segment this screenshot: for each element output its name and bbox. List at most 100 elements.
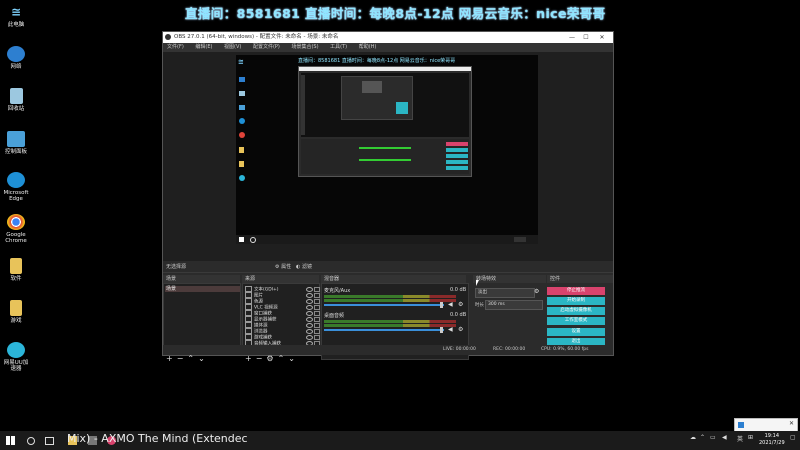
gear-icon[interactable]: ⚙ (534, 289, 540, 295)
input-language[interactable]: 英 (737, 434, 743, 443)
stop-streaming-button[interactable]: 停止推流 (547, 287, 605, 295)
cpu-status: CPU: 0.9%, 60.00 fps (541, 347, 589, 352)
scenes-toolbar: + − ⌃ ⌄ (166, 354, 209, 364)
move-up-icon[interactable]: ⌃ (278, 354, 285, 363)
preview-banner: 直播间：8581681 直播时间：每晚8点-12点 网易云音乐：nice荣哥哥 (298, 58, 456, 64)
minimize-icon[interactable]: — (565, 32, 579, 43)
menu-scene-collection[interactable]: 场景集合(S) (291, 44, 318, 50)
start-recording-button[interactable]: 开始录制 (547, 297, 605, 305)
preview-clock (514, 237, 526, 242)
audio-meter (324, 320, 456, 323)
computer-icon: ≅ (10, 5, 22, 19)
volume-fader-knob[interactable] (440, 302, 443, 308)
network-tray-icon[interactable]: ▭ (710, 434, 716, 441)
preview-recycle-icon (239, 91, 245, 96)
obs-titlebar: OBS 27.0.1 (64-bit, windows) - 配置文件: 未命名… (163, 32, 613, 43)
duration-value: 300 ms (488, 302, 505, 307)
nested-deep-window (341, 76, 413, 120)
preview-canvas: ≅ 直播间：8581681 直播时间：每晚8点-12点 网易云音乐：nice荣哥… (236, 55, 538, 244)
preview-taskbar (236, 235, 538, 244)
desktop-icon-label: 控制面板 (4, 149, 27, 155)
obs-logo-icon (165, 34, 171, 40)
clock-date: 2021/7/29 (759, 440, 785, 446)
volume-fader[interactable] (324, 304, 444, 306)
desktop-icon-chrome[interactable]: Google Chrome (2, 214, 30, 244)
preview-search-icon (250, 237, 256, 243)
source-toolbar: 无选择源 ⚙ 属性 ◐ 滤镜 (163, 263, 613, 273)
move-down-icon[interactable]: ⌄ (288, 354, 295, 363)
obs-window-title: OBS 27.0.1 (64-bit, windows) - 配置文件: 未命名… (174, 34, 339, 40)
start-virtual-camera-button[interactable]: 启动虚拟摄像机 (547, 307, 605, 315)
uu-booster-icon (7, 342, 25, 358)
settings-button[interactable]: 设置 (547, 328, 605, 336)
gear-icon[interactable]: ⚙ (458, 327, 464, 333)
scene-item[interactable]: 场景 (165, 286, 240, 292)
speaker-icon[interactable]: ◀ (448, 327, 454, 333)
preview-uu-icon (239, 175, 245, 181)
add-source-button[interactable]: + (245, 354, 252, 363)
desktop-icon-label: 回收站 (7, 106, 25, 112)
nested-control-button (446, 148, 468, 152)
scenes-list[interactable]: 场景 (163, 283, 241, 349)
menu-file[interactable]: 文件(F) (167, 44, 184, 50)
speaker-icon[interactable]: ◀ (448, 302, 454, 308)
nested-docks (301, 139, 469, 174)
taskbar-clock[interactable]: 19:14 2021/7/29 (759, 433, 785, 447)
duration-input[interactable]: 300 ms (485, 300, 543, 310)
preview-folder-icon (239, 147, 244, 153)
desktop-icon-network[interactable]: 网络 (2, 46, 30, 70)
desktop-icon-label: 网易UU加速器 (3, 360, 29, 372)
notification-app-icon (738, 422, 744, 428)
remove-scene-button[interactable]: − (177, 354, 184, 363)
taskbar: Mix) - AXMO The Mind (Extendec ☁ ⌃ ▭ ◀ 英… (0, 431, 800, 450)
volume-fader-knob[interactable] (440, 327, 443, 333)
nested-icon-strip (301, 75, 305, 135)
transition-type-select[interactable]: 淡出 (475, 288, 535, 298)
desktop-icon-control-panel[interactable]: 控制面板 (2, 131, 30, 155)
desktop-icon-uu-booster[interactable]: 网易UU加速器 (2, 342, 30, 372)
controls-dock-title: 控件 (547, 275, 613, 283)
close-icon[interactable]: ✕ (595, 32, 609, 43)
mixer-track-db: 0.0 dB (450, 312, 467, 318)
sources-list[interactable]: 文本(GDI+) 图片 色源 VLC 视频源 窗口捕获 显示器捕获 媒体源 浏览… (242, 283, 320, 349)
filters-button[interactable]: ◐ 滤镜 (296, 263, 312, 272)
desktop-icon-this-pc[interactable]: ≅ 此电脑 (2, 4, 30, 28)
studio-mode-button[interactable]: 工作室模式 (547, 317, 605, 325)
desktop: { "banner": "直播间：8581681 直播时间：每晚8点-12点 网… (0, 0, 800, 450)
maximize-icon[interactable]: ☐ (579, 32, 593, 43)
cloud-icon[interactable]: ☁ (690, 434, 696, 441)
search-icon[interactable] (27, 437, 35, 445)
menu-edit[interactable]: 编辑(E) (195, 44, 212, 50)
obs-preview[interactable]: ≅ 直播间：8581681 直播时间：每晚8点-12点 网易云音乐：nice荣哥… (163, 52, 613, 261)
sources-toolbar: + − ⚙ ⌃ ⌄ (245, 354, 299, 364)
stream-banner: 直播间：8581681 直播时间：每晚8点-12点 网易云音乐：nice荣哥哥 (185, 6, 606, 21)
volume-fader[interactable] (324, 329, 444, 331)
menu-profile[interactable]: 配置文件(P) (253, 44, 280, 50)
obs-docks: 无选择源 ⚙ 属性 ◐ 滤镜 场景 场景 + − ⌃ ⌄ 来源 文本(GDI+) 图片… (163, 261, 613, 363)
task-view-icon[interactable] (45, 437, 54, 445)
ime-icon[interactable]: ⊞ (748, 434, 753, 441)
mouse-cursor (476, 280, 479, 286)
add-scene-button[interactable]: + (166, 354, 173, 363)
folder-icon (10, 300, 22, 316)
desktop-icon-label: Microsoft Edge (3, 190, 29, 202)
desktop-icon-recycle-bin[interactable]: 回收站 (2, 88, 30, 112)
move-down-icon[interactable]: ⌄ (198, 354, 205, 363)
volume-tray-icon[interactable]: ◀ (722, 434, 727, 441)
menu-tools[interactable]: 工具(T) (330, 44, 347, 50)
desktop-icon-games[interactable]: 游戏 (2, 300, 30, 324)
remove-source-button[interactable]: − (256, 354, 263, 363)
desktop-icon-edge[interactable]: Microsoft Edge (2, 172, 30, 202)
move-up-icon[interactable]: ⌃ (187, 354, 194, 363)
menu-help[interactable]: 帮助(H) (359, 44, 377, 50)
nested-control-button (446, 154, 468, 158)
action-center-icon[interactable]: ▢ (790, 434, 796, 441)
gear-icon[interactable]: ⚙ (266, 354, 273, 363)
desktop-icon-software[interactable]: 软件 (2, 258, 30, 282)
menu-view[interactable]: 视图(V) (224, 44, 241, 50)
chevron-up-icon[interactable]: ⌃ (700, 434, 705, 441)
gear-icon[interactable]: ⚙ (458, 302, 464, 308)
windows-start-icon[interactable] (6, 436, 15, 445)
close-icon[interactable]: ✕ (789, 420, 794, 427)
properties-button[interactable]: ⚙ 属性 (275, 263, 291, 272)
